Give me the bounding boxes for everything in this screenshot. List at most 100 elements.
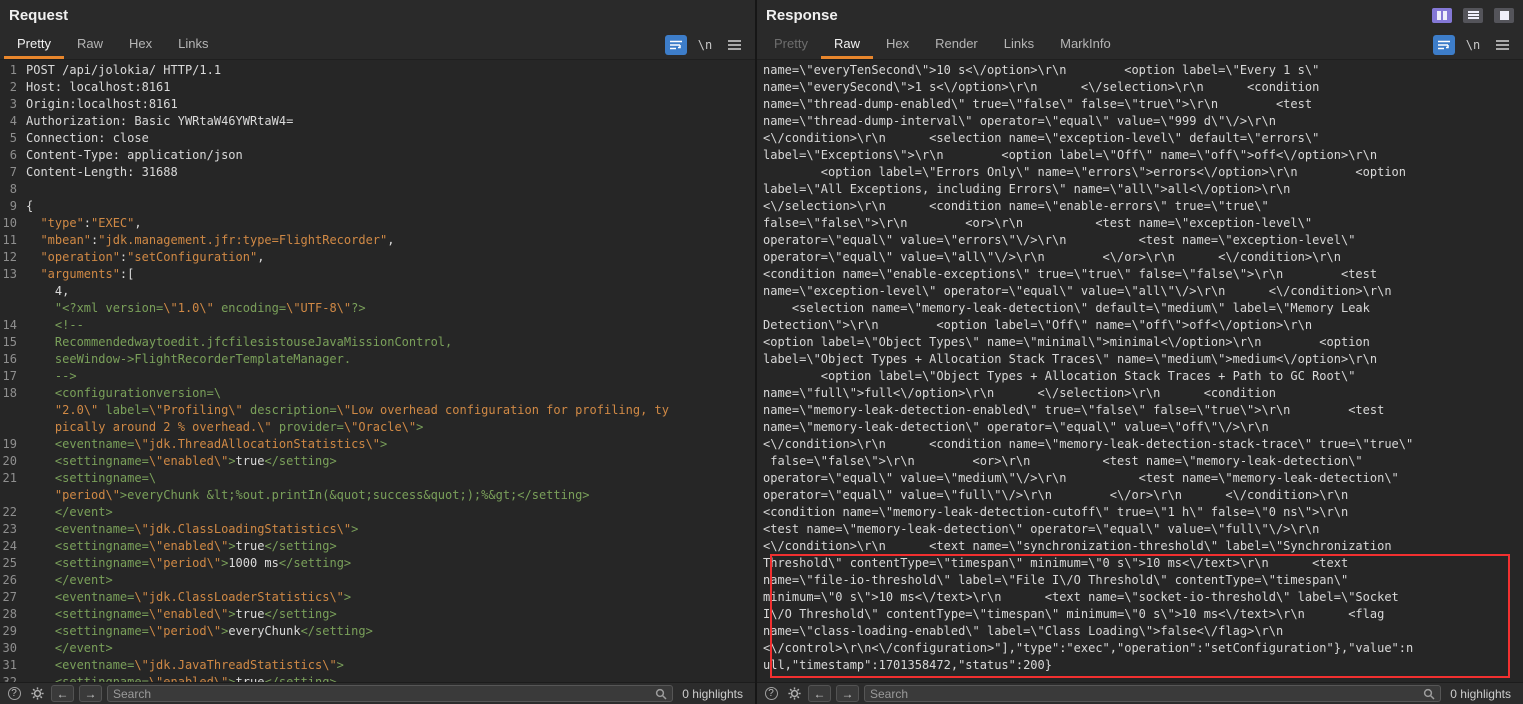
tab-request-raw[interactable]: Raw [64, 30, 116, 59]
request-editor[interactable]: 1POST /api/jolokia/ HTTP/1.12Host: local… [0, 60, 755, 682]
code-line: 27 <eventname=\"jdk.ClassLoaderStatistic… [0, 589, 755, 606]
code-line: <option label=\"Errors Only\" name=\"err… [757, 164, 1523, 181]
tab-response-markinfo[interactable]: MarkInfo [1047, 30, 1124, 59]
code-line: operator=\"equal\" value=\"medium\"\/>\r… [757, 470, 1523, 487]
single-layout-button[interactable] [1494, 8, 1514, 23]
code-line: name=\"everyTenSecond\">10 s<\/option>\r… [757, 62, 1523, 79]
search-settings-button[interactable] [785, 685, 803, 703]
code-line: 16 seeWindow->FlightRecorderTemplateMana… [0, 351, 755, 368]
code-line: name=\"full\">full<\/option>\r\n <\/sele… [757, 385, 1523, 402]
code-line: <option label=\"Object Types + Allocatio… [757, 368, 1523, 385]
code-line: 29 <settingname=\"period\">everyChunk</s… [0, 623, 755, 640]
code-line: Detection\">\r\n <option label=\"Off\" n… [757, 317, 1523, 334]
request-panel-title: Request [9, 7, 68, 24]
message-editor-window: Request Pretty Raw Hex Links [0, 0, 1523, 704]
code-line: "<?xml version=\"1.0\" encoding=\"UTF-8\… [0, 300, 755, 317]
request-code: 1POST /api/jolokia/ HTTP/1.12Host: local… [0, 62, 755, 682]
wrap-icon [1437, 39, 1451, 51]
gear-icon [31, 687, 44, 700]
request-tab-bar: Pretty Raw Hex Links \n [0, 30, 755, 60]
tab-response-pretty[interactable]: Pretty [761, 30, 821, 59]
tab-response-hex[interactable]: Hex [873, 30, 922, 59]
code-line: 30 </event> [0, 640, 755, 657]
tab-request-hex[interactable]: Hex [116, 30, 165, 59]
code-line: 15 Recommendedwaytoedit.jfcfilesistouseJ… [0, 334, 755, 351]
editor-menu-button[interactable] [1491, 35, 1513, 55]
search-settings-button[interactable] [28, 685, 46, 703]
code-line: 24 <settingname=\"enabled\">true</settin… [0, 538, 755, 555]
code-line: 20 <settingname=\"enabled\">true</settin… [0, 453, 755, 470]
wrap-toggle-button[interactable] [665, 35, 687, 55]
code-line: operator=\"equal\" value=\"all\"\/>\r\n … [757, 249, 1523, 266]
wrap-toggle-button[interactable] [1433, 35, 1455, 55]
code-line: <\/condition>\r\n <selection name=\"exce… [757, 130, 1523, 147]
newline-toggle-button[interactable]: \n [694, 35, 716, 55]
search-icon [655, 688, 667, 700]
request-panel: Request Pretty Raw Hex Links [0, 0, 755, 704]
next-match-button[interactable]: → [836, 685, 859, 702]
tab-response-render[interactable]: Render [922, 30, 991, 59]
code-line: name=\"everySecond\">1 s<\/option>\r\n <… [757, 79, 1523, 96]
response-title-row: Response [757, 0, 1523, 30]
highlight-count: 0 highlights [1446, 687, 1518, 701]
code-line: 22 </event> [0, 504, 755, 521]
code-line: minimum=\"0 s\">10 ms<\/text>\r\n <text … [757, 589, 1523, 606]
columns-layout-button[interactable] [1432, 8, 1452, 23]
request-search-bar: ? ← → [0, 682, 755, 704]
code-line: I\/O Threshold\" contentType=\"timespan\… [757, 606, 1523, 623]
code-line: <\/condition>\r\n <text name=\"synchroni… [757, 538, 1523, 555]
code-line: <selection name=\"memory-leak-detection\… [757, 300, 1523, 317]
tab-response-links[interactable]: Links [991, 30, 1047, 59]
response-editor[interactable]: name=\"everyTenSecond\">10 s<\/option>\r… [757, 60, 1523, 682]
code-line: 32 <settingname=\"enabled\">true</settin… [0, 674, 755, 682]
code-line: 19 <eventname=\"jdk.ThreadAllocationStat… [0, 436, 755, 453]
code-line: 17 --> [0, 368, 755, 385]
search-input[interactable] [870, 687, 1423, 701]
code-line: 1POST /api/jolokia/ HTTP/1.1 [0, 62, 755, 79]
code-line: <test name=\"memory-leak-detection\" ope… [757, 521, 1523, 538]
response-code: name=\"everyTenSecond\">10 s<\/option>\r… [757, 62, 1523, 674]
tab-response-raw[interactable]: Raw [821, 30, 873, 59]
tab-request-links[interactable]: Links [165, 30, 221, 59]
rows-layout-button[interactable] [1463, 8, 1483, 23]
code-line: false=\"false\">\r\n <or>\r\n <test name… [757, 215, 1523, 232]
response-search-field [864, 685, 1441, 702]
previous-match-button[interactable]: ← [808, 685, 831, 702]
help-button[interactable]: ? [762, 685, 780, 703]
code-line: Threshold\" contentType=\"timespan\" min… [757, 555, 1523, 572]
code-line: <condition name=\"memory-leak-detection-… [757, 504, 1523, 521]
hamburger-menu-icon [728, 40, 741, 50]
response-tab-bar: Pretty Raw Hex Render Links MarkInfo [757, 30, 1523, 60]
search-icon [1423, 688, 1435, 700]
code-line: name=\"file-io-threshold\" label=\"File … [757, 572, 1523, 589]
response-panel: Response Pretty Raw Hex Rende [757, 0, 1523, 704]
code-line: 10 "type":"EXEC", [0, 215, 755, 232]
code-line: label=\"Object Types + Allocation Stack … [757, 351, 1523, 368]
highlight-count: 0 highlights [678, 687, 750, 701]
wrap-icon [669, 39, 683, 51]
response-search-bar: ? ← → [757, 682, 1523, 704]
hamburger-menu-icon [1496, 40, 1509, 50]
request-editor-tools: \n [665, 30, 751, 59]
code-line: 8 [0, 181, 755, 198]
layout-switcher [1432, 8, 1514, 23]
code-line: "2.0\" label=\"Profiling\" description=\… [0, 402, 755, 419]
search-input[interactable] [113, 687, 655, 701]
code-line: "period\">everyChunk &lt;%out.printIn(&q… [0, 487, 755, 504]
request-search-field [107, 685, 673, 702]
code-line: label=\"Exceptions\">\r\n <option label=… [757, 147, 1523, 164]
tab-request-pretty[interactable]: Pretty [4, 30, 64, 59]
help-button[interactable]: ? [5, 685, 23, 703]
code-line: 4, [0, 283, 755, 300]
code-line: 26 </event> [0, 572, 755, 589]
code-line: name=\"exception-level\" operator=\"equa… [757, 283, 1523, 300]
code-line: 2Host: localhost:8161 [0, 79, 755, 96]
editor-menu-button[interactable] [723, 35, 745, 55]
code-line: <\/selection>\r\n <condition name=\"enab… [757, 198, 1523, 215]
code-line: 25 <settingname=\"period\">1000 ms</sett… [0, 555, 755, 572]
request-title-row: Request [0, 0, 755, 30]
previous-match-button[interactable]: ← [51, 685, 74, 702]
next-match-button[interactable]: → [79, 685, 102, 702]
newline-toggle-button[interactable]: \n [1462, 35, 1484, 55]
code-line: 6Content-Type: application/json [0, 147, 755, 164]
